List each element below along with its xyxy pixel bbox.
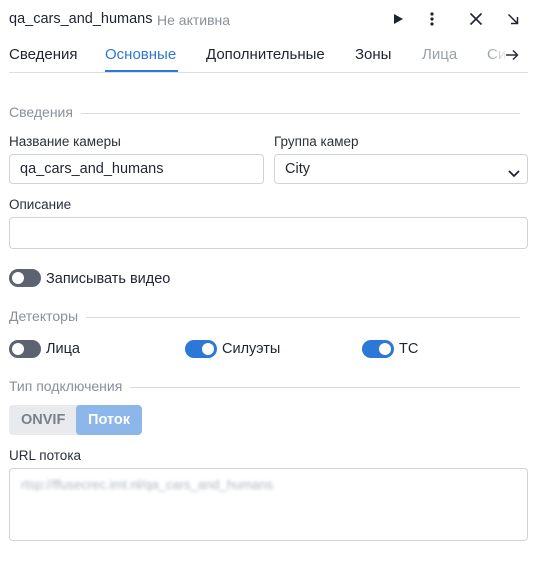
connection-stream-button[interactable]: Поток: [76, 405, 142, 435]
minimize-arrow-icon[interactable]: [502, 8, 524, 30]
close-icon[interactable]: [465, 8, 487, 30]
connection-type-selector: ONVIF Поток: [9, 405, 142, 435]
camera-status: Не активна: [157, 12, 231, 28]
description-label: Описание: [9, 197, 72, 212]
vehicles-detector-toggle[interactable]: [362, 340, 394, 358]
tab-zones[interactable]: Зоны: [355, 46, 391, 63]
section-title-info: Сведения: [9, 104, 81, 120]
camera-group-select[interactable]: City: [274, 154, 528, 184]
tab-main[interactable]: Основные: [105, 46, 176, 63]
stream-url-value: rtsp://ffusecrec.imt.nl/qa_cars_and_huma…: [21, 477, 273, 492]
stream-url-field[interactable]: rtsp://ffusecrec.imt.nl/qa_cars_and_huma…: [9, 468, 528, 541]
description-field[interactable]: [9, 217, 528, 249]
tab-info[interactable]: Сведения: [9, 46, 78, 63]
section-title-detectors: Детекторы: [9, 308, 87, 324]
tab-bar: Сведения Основные Дополнительные Зоны Ли…: [9, 44, 528, 73]
panel-header: qa_cars_and_humans Не активна: [0, 0, 552, 38]
silhouettes-detector-toggle[interactable]: [185, 340, 217, 358]
faces-detector-toggle[interactable]: [9, 340, 41, 358]
stream-url-label: URL потока: [9, 448, 82, 463]
camera-title: qa_cars_and_humans: [9, 11, 153, 27]
tab-scroll-right-icon[interactable]: [501, 44, 523, 66]
active-tab-indicator: [105, 70, 178, 72]
connection-onvif-button[interactable]: ONVIF: [9, 405, 76, 435]
tab-faces[interactable]: Лица: [422, 46, 457, 63]
play-icon[interactable]: [387, 8, 409, 30]
camera-group-value: City: [285, 161, 310, 177]
section-title-connection: Тип подключения: [9, 378, 131, 394]
vehicles-detector-label: ТС: [399, 341, 419, 357]
record-video-toggle[interactable]: [9, 269, 41, 287]
tab-additional[interactable]: Дополнительные: [206, 46, 325, 63]
chevron-down-icon: [507, 162, 521, 178]
camera-name-field[interactable]: qa_cars_and_humans: [9, 154, 264, 184]
more-vertical-icon[interactable]: [421, 8, 443, 30]
camera-name-label: Название камеры: [9, 134, 121, 149]
silhouettes-detector-label: Силуэты: [222, 341, 281, 357]
section-divider-info: [9, 113, 520, 114]
faces-detector-label: Лица: [46, 341, 80, 357]
camera-group-label: Группа камер: [274, 134, 359, 149]
record-video-label: Записывать видео: [46, 271, 171, 287]
